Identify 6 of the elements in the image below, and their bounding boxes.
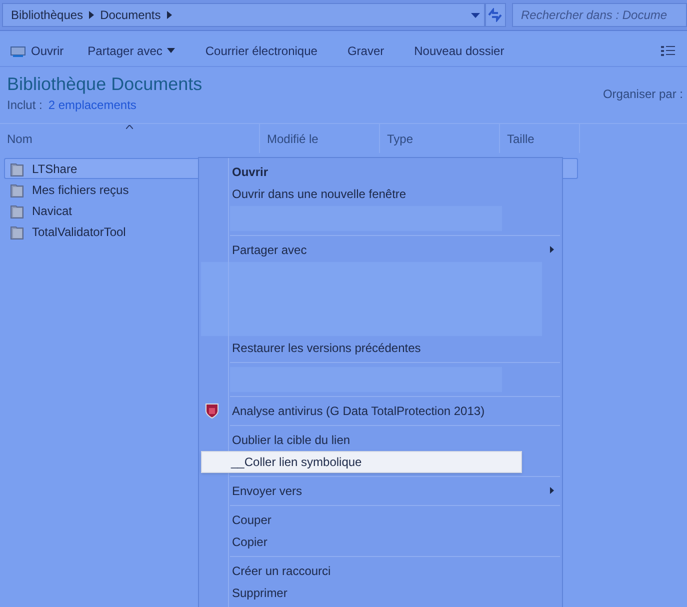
include-label: Inclut :: [7, 97, 42, 114]
file-name: TotalValidatorTool: [32, 224, 126, 240]
file-name: LTShare: [32, 160, 78, 178]
library-title: Bibliothèque Documents: [7, 73, 202, 95]
file-name: Mes fichiers reçus: [32, 182, 129, 198]
file-name: Navicat: [32, 202, 72, 220]
